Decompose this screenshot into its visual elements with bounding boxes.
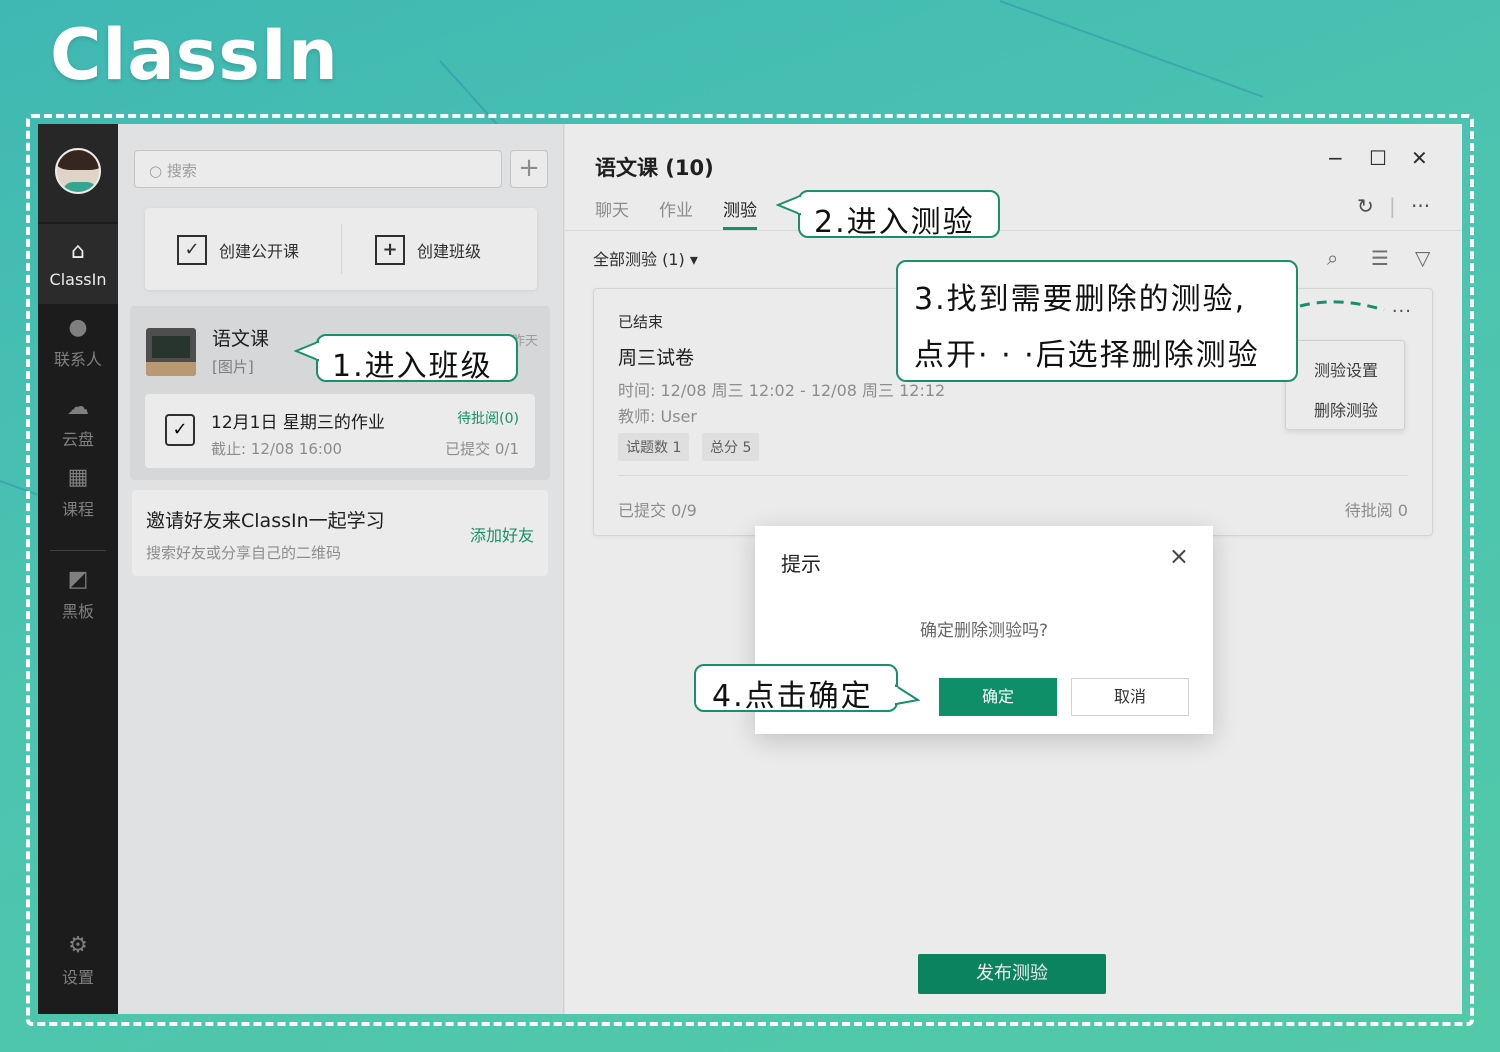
callout-text-line2: 点开· · ·后选择删除测验 xyxy=(914,338,1260,373)
cancel-button[interactable]: 取消 xyxy=(1071,678,1189,716)
modal-overlay xyxy=(38,124,1462,1014)
background-line xyxy=(999,0,1264,98)
callout-text-line1: 3.找到需要删除的测验, xyxy=(914,282,1247,317)
callout-step1: 1.进入班级 xyxy=(316,334,518,384)
callout-text: 2.进入测验 xyxy=(814,205,975,240)
callout-step4: 4.点击确定 xyxy=(694,664,898,714)
callout-text: 4.点击确定 xyxy=(712,679,873,714)
callout-text: 1.进入班级 xyxy=(332,349,493,384)
app-window: ⌂ ClassIn ● 联系人 ☁ 云盘 ▦ 课程 ◩ 黑板 ⚙ 设置 ○ 搜索… xyxy=(38,124,1462,1014)
confirm-button[interactable]: 确定 xyxy=(939,678,1057,716)
callout-step3: 3.找到需要删除的测验, 点开· · ·后选择删除测验 xyxy=(896,260,1298,382)
dialog-message: 确定删除测验吗? xyxy=(919,621,1049,641)
callout-tail xyxy=(294,340,320,362)
callout-tail xyxy=(776,194,802,216)
close-icon[interactable]: × xyxy=(1169,542,1189,570)
dialog-title: 提示 xyxy=(781,552,821,576)
brand-logo: ClassIn xyxy=(50,14,339,96)
callout-tail xyxy=(894,684,920,706)
callout-connector xyxy=(1299,300,1385,312)
callout-step2: 2.进入测验 xyxy=(798,190,1000,240)
